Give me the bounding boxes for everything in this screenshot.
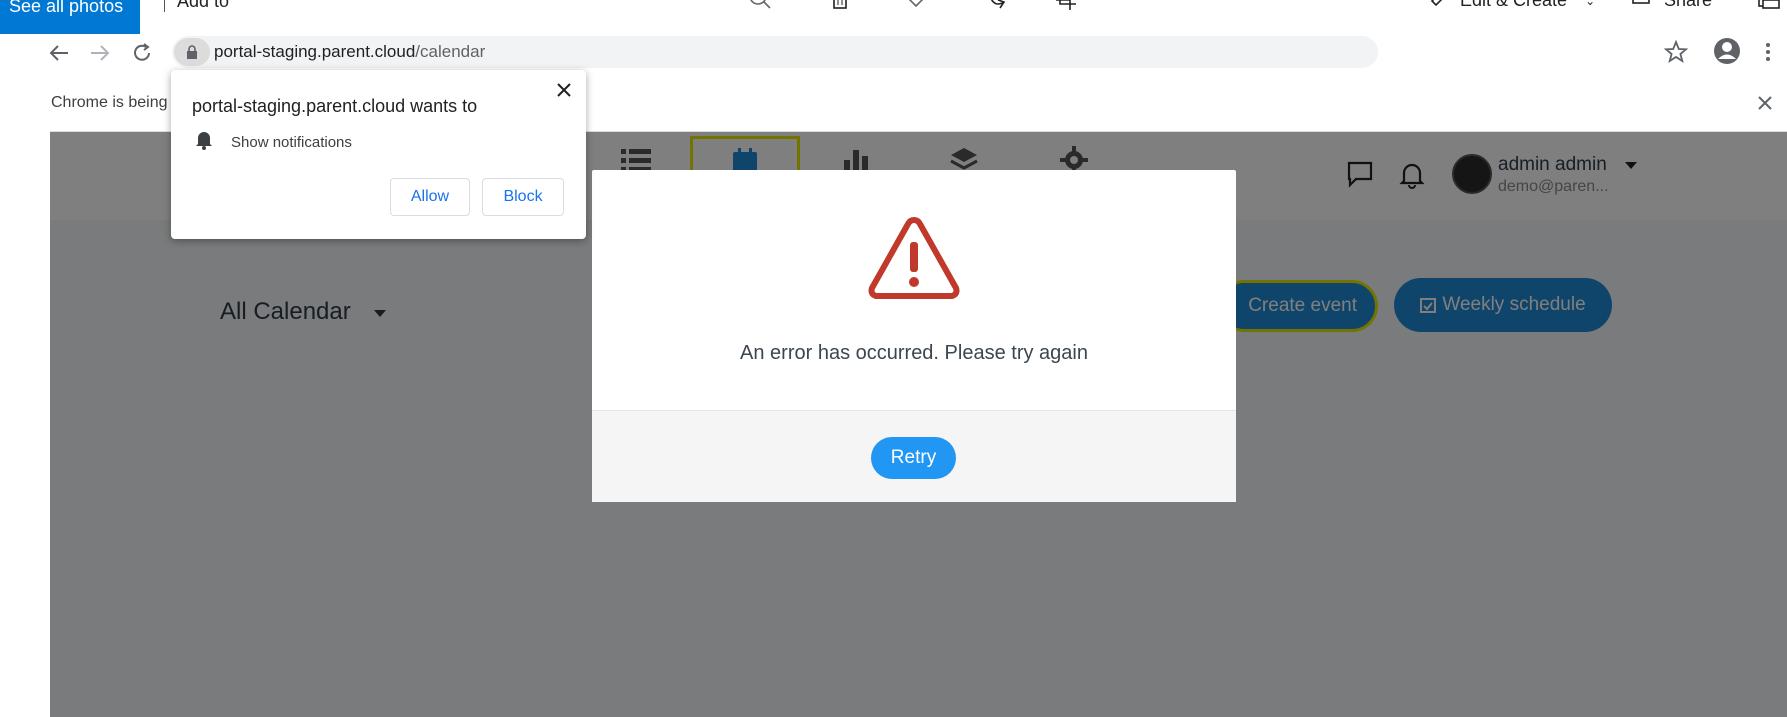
allow-button[interactable]: Allow [390,178,470,216]
forward-button[interactable] [87,40,113,66]
edit-create-label: Edit & Create [1460,0,1568,10]
more-menu-icon[interactable] [1762,40,1774,64]
permission-title: portal-staging.parent.cloud wants to [192,96,478,116]
print-icon[interactable] [1757,0,1781,14]
infobar-close-icon[interactable] [1754,92,1776,114]
site-info-button[interactable] [174,38,210,66]
url-host: portal-staging.parent.cloud [214,42,416,61]
arrow-right-icon [91,45,110,61]
infobar-text: Chrome is being [51,94,168,111]
retry-button[interactable]: Retry [871,437,956,479]
favorite-icon[interactable] [904,0,928,14]
see-all-photos-button[interactable]: See all photos [0,0,140,34]
share-icon [1632,0,1650,4]
error-message: An error has occurred. Please try again [740,342,1088,364]
star-icon[interactable] [1664,40,1688,64]
edit-pen-icon [1430,0,1442,6]
bell-icon [196,132,212,150]
warning-icon [868,217,960,299]
reload-icon [134,43,150,61]
arrow-left-icon [49,45,68,61]
back-button[interactable] [46,40,72,66]
lock-icon [187,45,197,59]
chevron-down-icon: ⌄ [1585,0,1596,8]
reload-button[interactable] [129,40,155,66]
delete-icon[interactable] [830,0,850,14]
share-button[interactable]: Share [1632,0,1712,11]
screen: See all photos Add to Edit & Create ⌄ Sh… [0,0,1787,717]
rotate-icon[interactable] [986,0,1008,14]
divider [164,0,165,12]
block-button[interactable]: Block [482,178,564,216]
close-icon[interactable] [554,80,574,100]
profile-icon[interactable] [1712,36,1742,66]
crop-icon[interactable] [1054,0,1078,14]
add-to-label: Add to [177,0,230,11]
zoom-icon[interactable] [748,0,772,14]
url-text[interactable]: portal-staging.parent.cloud/calendar [214,42,485,62]
add-to-button[interactable]: Add to [164,0,229,12]
edit-create-button[interactable]: Edit & Create ⌄ [1430,0,1595,11]
url-path: /calendar [415,42,486,61]
share-label: Share [1664,0,1713,10]
permission-item-label: Show notifications [231,134,352,151]
